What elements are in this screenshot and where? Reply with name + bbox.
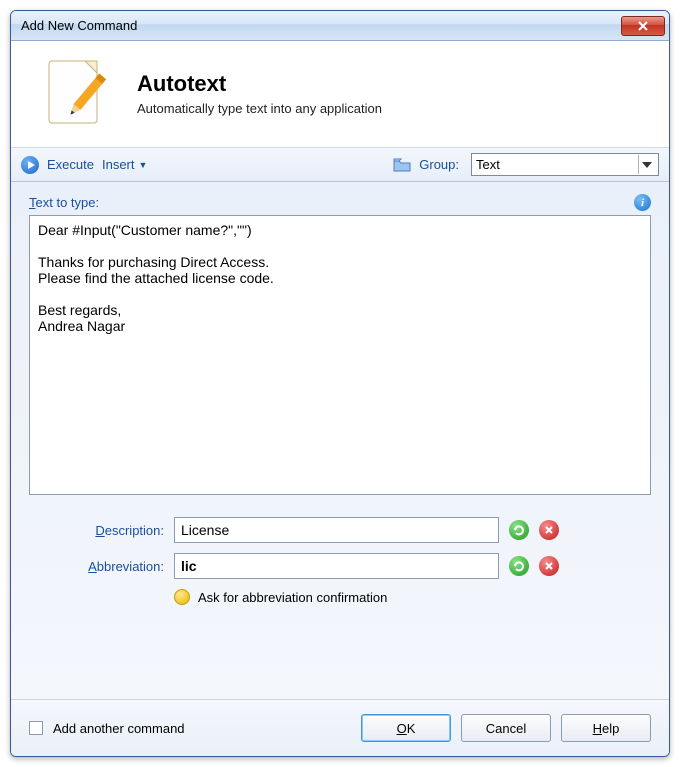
toolbar: Execute Insert ▼ Group: Text <box>11 148 669 182</box>
chevron-down-icon: ▼ <box>139 160 148 170</box>
group-select[interactable]: Text <box>471 153 659 176</box>
text-to-type-label: TText to type:ext to type: <box>29 195 634 210</box>
ok-button[interactable]: OK <box>361 714 451 742</box>
refresh-abbreviation-button[interactable] <box>509 556 529 576</box>
info-icon[interactable]: i <box>634 194 651 211</box>
refresh-description-button[interactable] <box>509 520 529 540</box>
dialog-window: Add New Command Autotext Automatically t… <box>10 10 670 757</box>
description-input[interactable] <box>174 517 499 543</box>
add-another-checkbox[interactable] <box>29 721 43 735</box>
text-to-type-input[interactable] <box>29 215 651 495</box>
insert-dropdown[interactable]: Insert ▼ <box>102 157 147 172</box>
bullet-icon <box>174 589 190 605</box>
cancel-button[interactable]: Cancel <box>461 714 551 742</box>
close-button[interactable] <box>621 16 665 36</box>
titlebar: Add New Command <box>11 11 669 41</box>
close-icon <box>637 21 649 31</box>
confirmation-label: Ask for abbreviation confirmation <box>198 590 387 605</box>
execute-icon <box>21 156 39 174</box>
description-label: Description: <box>29 523 164 538</box>
help-button[interactable]: Help <box>561 714 651 742</box>
header: Autotext Automatically type text into an… <box>11 41 669 148</box>
add-another-label: Add another command <box>53 721 185 736</box>
footer: Add another command OK Cancel Help <box>11 699 669 756</box>
header-subtitle: Automatically type text into any applica… <box>137 101 382 116</box>
window-title: Add New Command <box>21 18 621 33</box>
folder-icon <box>393 158 411 172</box>
refresh-icon <box>513 560 525 572</box>
x-icon <box>544 561 554 571</box>
header-title: Autotext <box>137 71 382 97</box>
refresh-icon <box>513 524 525 536</box>
group-label: Group: <box>419 157 459 172</box>
chevron-down-icon <box>638 155 654 174</box>
autotext-icon <box>39 55 115 131</box>
abbreviation-label: Abbreviation: <box>29 559 164 574</box>
header-text: Autotext Automatically type text into an… <box>137 71 382 116</box>
x-icon <box>544 525 554 535</box>
abbreviation-input[interactable] <box>174 553 499 579</box>
clear-abbreviation-button[interactable] <box>539 556 559 576</box>
clear-description-button[interactable] <box>539 520 559 540</box>
execute-button[interactable]: Execute <box>47 157 94 172</box>
content-area: TText to type:ext to type: i Description… <box>11 182 669 699</box>
